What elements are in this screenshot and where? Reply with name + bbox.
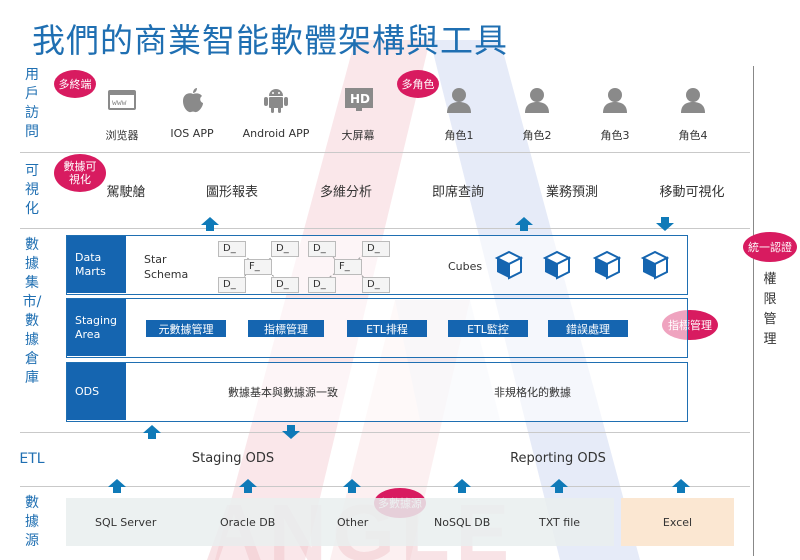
row-label-viz: 可視化 <box>25 163 39 217</box>
badge-unified-auth: 統一認證 <box>743 232 797 262</box>
arrow-up-icon <box>239 479 257 493</box>
fact-box: F_ <box>244 259 272 275</box>
terminal-label: 浏览器 <box>105 129 139 142</box>
arrow-up-icon <box>108 479 126 493</box>
dimension-box: D_ <box>271 277 299 293</box>
svg-text:HD: HD <box>350 92 370 106</box>
source-oracle-db: Oracle DB <box>220 516 276 529</box>
terminal-label: IOS APP <box>170 127 214 140</box>
row-label-etl: ETL <box>19 451 45 467</box>
ods-left-text: 數據基本與數據源一致 <box>228 386 338 399</box>
arrow-down-icon <box>282 425 300 439</box>
cubes-label: Cubes <box>448 260 483 273</box>
arrow-up-icon <box>143 425 161 439</box>
cube-icon <box>494 250 524 280</box>
viz-item-forecast: 業務預測 <box>545 185 599 200</box>
source-txt-file: TXT file <box>539 516 581 529</box>
apple-icon <box>183 88 203 113</box>
arrow-up-icon <box>343 479 361 493</box>
etl-schedule-button[interactable]: ETL排程 <box>347 320 427 337</box>
arrow-up-icon <box>515 217 533 231</box>
source-other: Other <box>337 516 369 529</box>
browser-icon: www <box>108 90 136 110</box>
etl-staging-ods: Staging ODS <box>191 451 275 466</box>
indicator-management-button[interactable]: 指標管理 <box>248 320 324 337</box>
data-marts-head: Data Marts <box>67 236 126 293</box>
auth-column-divider <box>753 66 754 556</box>
row-label-sources: 數據源 <box>25 495 39 549</box>
arrow-down-icon <box>656 217 674 231</box>
row-divider <box>20 152 750 153</box>
source-nosql-db: NoSQL DB <box>434 516 491 529</box>
arrow-up-icon <box>453 479 471 493</box>
svg-text:www: www <box>112 98 127 107</box>
etl-monitor-button[interactable]: ETL監控 <box>448 320 528 337</box>
dimension-box: D_ <box>271 241 299 257</box>
user-icon <box>447 88 471 113</box>
user-icon <box>603 88 627 113</box>
role-label: 角色2 <box>522 129 552 142</box>
star-schema-label: Star Schema <box>144 253 189 281</box>
user-icon <box>681 88 705 113</box>
dimension-box: D_ <box>362 241 390 257</box>
viz-item-cockpit: 駕駛艙 <box>106 185 146 200</box>
fact-box: F_ <box>334 259 362 275</box>
row-divider <box>20 228 750 229</box>
row-label-dw: 數據集市/數據倉庫 <box>22 237 42 386</box>
source-excel: Excel <box>621 498 734 546</box>
role-label: 角色1 <box>444 129 474 142</box>
arrow-up-icon <box>201 217 219 231</box>
metadata-management-button[interactable]: 元數據管理 <box>146 320 226 337</box>
dimension-box: D_ <box>218 277 246 293</box>
dimension-box: D_ <box>308 277 336 293</box>
badge-data-viz: 數據可視化 <box>54 154 106 192</box>
dimension-box: D_ <box>308 241 336 257</box>
arrow-up-icon <box>550 479 568 493</box>
row-label-users: 用戶訪問 <box>25 67 39 140</box>
role-label: 角色4 <box>678 129 708 142</box>
badge-multi-role: 多角色 <box>397 70 439 98</box>
terminal-label: 大屏幕 <box>341 129 375 142</box>
ods-head: ODS <box>67 363 126 420</box>
cube-icon <box>592 250 622 280</box>
cube-icon <box>542 250 572 280</box>
ods-right-text: 非規格化的數據 <box>494 386 571 399</box>
cube-icon <box>640 250 670 280</box>
hd-screen-icon: HD <box>345 88 373 111</box>
android-icon <box>264 89 288 113</box>
source-sql-server: SQL Server <box>95 516 157 529</box>
badge-multi-terminal: 多終端 <box>54 70 96 98</box>
viz-item-chart-report: 圖形報表 <box>205 185 259 200</box>
arrow-up-icon <box>672 479 690 493</box>
viz-item-adhoc-query: 即席查詢 <box>431 185 485 200</box>
terminal-label: Android APP <box>242 127 310 140</box>
ods-panel <box>66 362 688 422</box>
user-icon <box>525 88 549 113</box>
error-handling-button[interactable]: 錯誤處理 <box>548 320 628 337</box>
staging-area-head: Staging Area <box>67 299 126 356</box>
dimension-box: D_ <box>218 241 246 257</box>
row-divider <box>20 486 750 487</box>
permission-management-label: 權限管理 <box>763 272 777 347</box>
viz-item-mobile-viz: 移動可視化 <box>659 185 725 200</box>
dimension-box: D_ <box>362 277 390 293</box>
row-divider <box>20 432 750 433</box>
viz-item-olap: 多維分析 <box>319 185 373 200</box>
page-title: 我們的商業智能軟體架構與工具 <box>32 21 508 60</box>
role-label: 角色3 <box>600 129 630 142</box>
etl-reporting-ods: Reporting ODS <box>510 451 606 466</box>
